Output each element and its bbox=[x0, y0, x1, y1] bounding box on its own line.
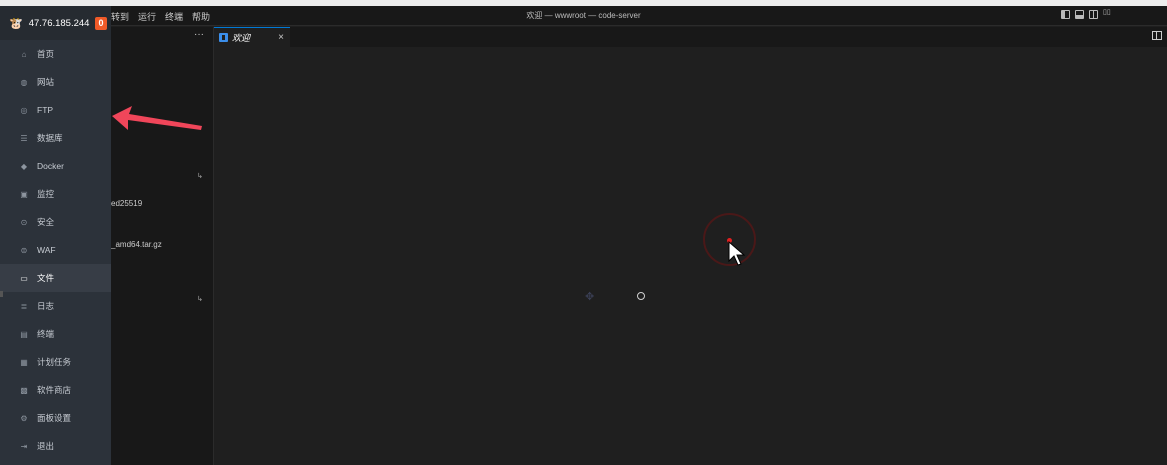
sidebar-item-database[interactable]: ☰ 数据库 bbox=[0, 124, 111, 152]
toggle-panel-icon[interactable] bbox=[1075, 10, 1084, 19]
sidebar-item-logout[interactable]: ⇥ 退出 bbox=[0, 432, 111, 460]
database-icon: ☰ bbox=[20, 133, 28, 143]
sidebar-item-label: FTP bbox=[37, 105, 54, 115]
sidebar-item-store[interactable]: ▩ 软件商店 bbox=[0, 376, 111, 404]
sidebar-item-label: 监控 bbox=[37, 189, 55, 199]
sidebar-item-label: 退出 bbox=[37, 441, 55, 451]
sidebar-item-label: 面板设置 bbox=[37, 413, 72, 423]
docker-icon: ◆ bbox=[20, 161, 28, 171]
menu-run[interactable]: 运行 bbox=[138, 10, 156, 23]
file-item[interactable]: _amd64.tar.gz bbox=[111, 240, 162, 249]
tab-welcome[interactable]: 欢迎 × bbox=[214, 27, 290, 47]
menu-bar: 转到 运行 终端 帮助 bbox=[111, 6, 210, 26]
terminal-icon: ▤ bbox=[20, 329, 28, 339]
calendar-icon: ▦ bbox=[20, 357, 28, 367]
editor-tab-bar: 欢迎 × bbox=[214, 27, 1167, 47]
sidebar-nav: ⌂ 首页 ◍ 网站 ◎ FTP ☰ 数据库 ◆ Docker ▣ 监控 ⊙ 安全 ⊜ WAF ▭… bbox=[0, 40, 111, 460]
sidebar-item-docker[interactable]: ◆ Docker bbox=[0, 152, 111, 180]
sidebar-item-ftp[interactable]: ◎ FTP bbox=[0, 96, 111, 124]
explorer-more-icon[interactable]: ··· bbox=[194, 29, 204, 40]
menu-help[interactable]: 帮助 bbox=[192, 10, 210, 23]
menu-terminal[interactable]: 终端 bbox=[165, 10, 183, 23]
chevron-icon[interactable]: ↳ bbox=[197, 172, 203, 180]
folder-icon: ▭ bbox=[20, 273, 28, 283]
toggle-secondary-sidebar-icon[interactable] bbox=[1089, 10, 1098, 19]
sidebar-item-label: WAF bbox=[37, 245, 56, 255]
bt-logo-icon: 🐮 bbox=[9, 17, 23, 30]
notification-badge[interactable]: 0 bbox=[95, 16, 107, 30]
settings-icon: ⚙ bbox=[20, 413, 28, 423]
sidebar-item-label: 文件 bbox=[37, 273, 55, 283]
sidebar-item-label: 软件商店 bbox=[37, 385, 72, 395]
sidebar-item-logs[interactable]: ≣ 日志 bbox=[0, 292, 111, 320]
sidebar-item-label: 网站 bbox=[37, 77, 55, 87]
move-icon: ✥ bbox=[585, 291, 595, 303]
server-header: 🐮 47.76.185.244 0 bbox=[0, 6, 111, 40]
globe-icon: ◍ bbox=[20, 77, 28, 87]
log-icon: ≣ bbox=[20, 301, 28, 311]
sidebar-item-security[interactable]: ⊙ 安全 bbox=[0, 208, 111, 236]
sidebar-item-settings[interactable]: ⚙ 面板设置 bbox=[0, 404, 111, 432]
sidebar-item-label: 计划任务 bbox=[37, 357, 72, 367]
shield-icon: ⊙ bbox=[20, 217, 28, 227]
layout-controls bbox=[1061, 8, 1112, 19]
sidebar-item-home[interactable]: ⌂ 首页 bbox=[0, 40, 111, 68]
sidebar-item-website[interactable]: ◍ 网站 bbox=[0, 68, 111, 96]
mouse-cursor-icon bbox=[728, 241, 746, 266]
sidebar-item-label: 安全 bbox=[37, 217, 55, 227]
split-editor-icon[interactable] bbox=[1152, 31, 1162, 40]
customize-layout-icon[interactable] bbox=[1103, 8, 1112, 19]
grid-icon: ▩ bbox=[20, 385, 28, 395]
ftp-icon: ◎ bbox=[20, 105, 28, 115]
scroll-marker bbox=[0, 291, 3, 297]
explorer-panel: ··· ↳ ed25519 _amd64.tar.gz ↳ bbox=[111, 27, 214, 465]
monitor-icon: ▣ bbox=[20, 189, 28, 199]
file-item[interactable]: ed25519 bbox=[111, 199, 142, 208]
editor-area[interactable] bbox=[214, 47, 1167, 465]
server-ip: 47.76.185.244 bbox=[28, 17, 90, 29]
home-icon: ⌂ bbox=[21, 49, 27, 59]
sidebar-item-terminal[interactable]: ▤ 终端 bbox=[0, 320, 111, 348]
logout-icon: ⇥ bbox=[20, 441, 28, 451]
sidebar-item-files[interactable]: ▭ 文件 bbox=[0, 264, 111, 292]
sidebar-item-label: 日志 bbox=[37, 301, 55, 311]
chevron-icon[interactable]: ↳ bbox=[197, 295, 203, 303]
circle-marker-icon bbox=[637, 292, 645, 300]
sidebar-item-label: Docker bbox=[37, 161, 64, 171]
waf-icon: ⊜ bbox=[20, 245, 28, 255]
menu-goto[interactable]: 转到 bbox=[111, 10, 129, 23]
annotation-arrow-icon bbox=[112, 106, 202, 130]
sidebar-item-label: 数据库 bbox=[37, 133, 63, 143]
panel-sidebar: 🐮 47.76.185.244 0 ⌂ 首页 ◍ 网站 ◎ FTP ☰ 数据库 ◆ Doc… bbox=[0, 6, 111, 465]
sidebar-item-monitor[interactable]: ▣ 监控 bbox=[0, 180, 111, 208]
toggle-primary-sidebar-icon[interactable] bbox=[1061, 10, 1070, 19]
close-icon[interactable]: × bbox=[278, 32, 284, 43]
sidebar-item-cron[interactable]: ▦ 计划任务 bbox=[0, 348, 111, 376]
sidebar-item-label: 终端 bbox=[37, 329, 55, 339]
sidebar-item-label: 首页 bbox=[37, 49, 55, 59]
title-bar: 转到 运行 终端 帮助 欢迎 — wwwroot — code-server bbox=[0, 6, 1167, 26]
sidebar-item-waf[interactable]: ⊜ WAF bbox=[0, 236, 111, 264]
welcome-tab-icon bbox=[219, 33, 228, 42]
tab-label: 欢迎 bbox=[232, 33, 251, 43]
